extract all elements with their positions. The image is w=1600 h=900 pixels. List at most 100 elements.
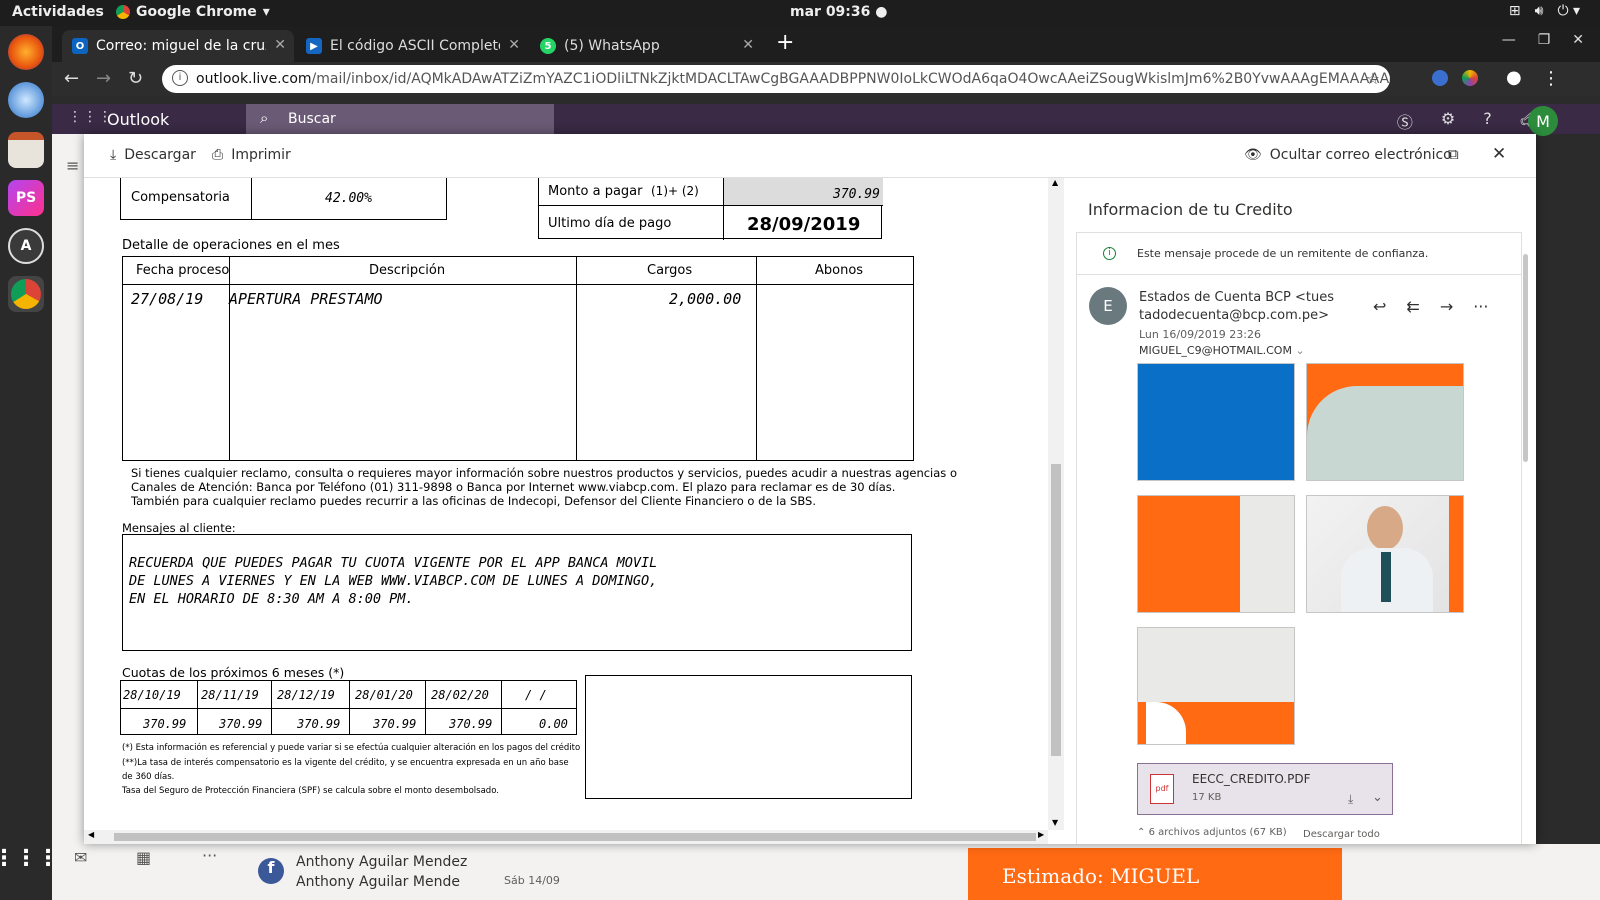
minimize-icon[interactable]: — [1502, 32, 1516, 48]
cuota-monto: 370.99 [143, 717, 187, 731]
more-icon[interactable]: ··· [202, 846, 217, 865]
reload-icon[interactable]: ↻ [128, 68, 143, 89]
scroll-down-icon[interactable]: ▼ [1052, 818, 1058, 827]
cuota-fecha: 28/01/20 [355, 688, 413, 702]
avatar[interactable]: M [1528, 106, 1558, 136]
close-window-icon[interactable]: ✕ [1572, 32, 1584, 48]
extension-icon[interactable] [1432, 70, 1448, 86]
mail-icon[interactable]: ✉ [74, 848, 87, 867]
firefox-icon[interactable] [8, 34, 44, 70]
chrome-dock-icon[interactable] [8, 276, 44, 312]
image-attachment-photo[interactable] [1306, 495, 1464, 613]
scroll-up-icon[interactable]: ▲ [1052, 178, 1058, 187]
nota-2: (**)La tasa de interés compensatorio es … [122, 758, 569, 768]
download-all-link[interactable]: Descargar todo [1303, 829, 1380, 840]
outlook-favicon-icon: O [72, 38, 88, 54]
show-apps-icon[interactable]: ⋮⋮⋮ [0, 840, 59, 876]
email-subject: Informacion de tu Credito [1088, 200, 1293, 219]
search-box[interactable]: ⌕ Buscar [246, 104, 554, 134]
forward-icon[interactable]: → [96, 68, 111, 89]
window-controls: — ❐ ✕ [1502, 32, 1584, 48]
doc-vertical-scrollbar[interactable]: ▲ ▼ [1048, 178, 1064, 830]
clock[interactable]: mar 09:36 ● [790, 4, 887, 20]
calendar-icon[interactable]: ▦ [136, 848, 151, 867]
cuota-monto: 370.99 [373, 717, 417, 731]
cuota-fecha: / / [525, 688, 547, 702]
files-icon[interactable] [8, 132, 44, 168]
download-label: Descargar [124, 147, 196, 163]
phpstorm-icon[interactable]: PS [8, 180, 44, 216]
image-attachment-blue[interactable] [1137, 363, 1295, 481]
sender-avatar[interactable]: E [1089, 287, 1127, 325]
tab-ascii[interactable]: ▶ El código ASCII Completo ✕ [296, 30, 528, 62]
url-host: outlook.live.com [196, 71, 312, 87]
thunderbird-icon[interactable] [8, 82, 44, 118]
mensajes-title: Mensajes al cliente: [122, 521, 236, 535]
app-menu[interactable]: Google Chrome ▾ [116, 4, 270, 20]
hamburger-icon[interactable]: ≡ [66, 156, 79, 175]
doc-horizontal-scrollbar[interactable]: ◀ ▶ [84, 830, 1048, 844]
gear-icon[interactable]: ⚙ [1441, 109, 1455, 133]
viewer-toolbar: ⤓ Descargar ⎙ Imprimir 👁︎ Ocultar correo… [84, 134, 1536, 178]
address-bar[interactable]: i outlook.live.com/mail/inbox/id/AQMkADA… [162, 65, 1390, 93]
ops-fecha-cell: 27/08/19 [131, 290, 204, 308]
app-menu-label: Google Chrome [136, 4, 257, 20]
software-center-icon[interactable]: A [8, 228, 44, 264]
forward-icon[interactable]: → [1440, 297, 1453, 316]
download-button[interactable]: ⤓ Descargar [110, 147, 196, 163]
bookmark-star-icon[interactable]: ☆ [1366, 69, 1380, 88]
hide-email-button[interactable]: 👁︎ Ocultar correo electrónico [1244, 147, 1452, 163]
reply-icon[interactable]: ↩ [1373, 297, 1386, 316]
new-tab-button[interactable]: + [776, 30, 794, 55]
skype-icon[interactable]: Ⓢ [1397, 109, 1413, 133]
reply-all-icon[interactable]: ⇇ [1406, 297, 1419, 316]
tab-whatsapp[interactable]: 5 (5) WhatsApp ✕ [530, 30, 762, 62]
image-attachment-curve[interactable] [1306, 363, 1464, 481]
sender-name[interactable]: Estados de Cuenta BCP <tues tadodecuenta@… [1139, 289, 1334, 325]
outlook-brand[interactable]: Outlook [107, 110, 169, 129]
image-attachment-corner[interactable] [1137, 627, 1295, 745]
whatsapp-favicon-icon: 5 [540, 38, 556, 54]
facebook-icon: f [258, 858, 284, 884]
profile-icon[interactable]: ● [1506, 67, 1522, 88]
cuota-fecha: 28/12/19 [277, 688, 335, 702]
more-actions-icon[interactable]: ··· [1473, 297, 1488, 316]
nota-3: de 360 días. [122, 772, 175, 782]
print-button[interactable]: ⎙ Imprimir [212, 147, 291, 163]
scroll-right-icon[interactable]: ▶ [1038, 830, 1044, 839]
menu-kebab-icon[interactable]: ⋮ [1542, 68, 1560, 89]
outlook-background-list: ✉ ▦ ··· f Anthony Aguilar Mendez Anthony… [52, 844, 1600, 900]
pdf-attachment[interactable]: pdf EECC_CREDITO.PDF 17 KB ⤓ ⌄ [1137, 763, 1393, 815]
tab-outlook[interactable]: O Correo: miguel de la cruz ✕ [62, 30, 294, 62]
tab-strip: O Correo: miguel de la cruz ✕ ▶ El códig… [52, 26, 1600, 62]
printer-icon: ⎙ [212, 147, 224, 163]
email-scrollbar[interactable] [1520, 230, 1532, 844]
volume-icon: 🔊︎ [1534, 3, 1544, 19]
image-attachment-split[interactable] [1137, 495, 1295, 613]
mensaje-line-3: EN EL HORARIO DE 8:30 AM A 8:00 PM. [129, 591, 414, 607]
download-attachment-icon[interactable]: ⤓ [1348, 792, 1353, 807]
scroll-thumb[interactable] [114, 833, 1036, 841]
attachments-summary[interactable]: ⌃ 6 archivos adjuntos (67 KB) [1137, 827, 1287, 838]
chevron-down-icon[interactable]: ⌄ [1372, 790, 1383, 805]
scroll-left-icon[interactable]: ◀ [88, 830, 94, 839]
contact-name[interactable]: Anthony Aguilar Mendez [296, 854, 467, 870]
scroll-thumb[interactable] [1523, 254, 1528, 462]
close-tab-icon[interactable]: ✕ [742, 37, 754, 53]
close-icon[interactable]: ✕ [1492, 144, 1506, 164]
outlook-left-rail: ≡ [52, 134, 84, 844]
recipient[interactable]: MIGUEL_C9@HOTMAIL.COM ⌄ [1139, 344, 1305, 357]
back-icon[interactable]: ← [64, 68, 79, 89]
col-header-fecha: Fecha proceso [136, 263, 230, 278]
extension-color-icon[interactable] [1462, 70, 1478, 86]
popout-icon[interactable]: ⧉ [1448, 145, 1459, 163]
help-icon[interactable]: ? [1483, 109, 1492, 133]
close-tab-icon[interactable]: ✕ [508, 37, 520, 53]
activities-button[interactable]: Actividades [12, 4, 104, 20]
maximize-icon[interactable]: ❐ [1538, 32, 1551, 48]
system-tray[interactable]: ⊞ 🔊︎ ⏻ ▾ [1509, 3, 1580, 19]
cuotas-table: 28/10/19 28/11/19 28/12/19 28/01/20 28/0… [120, 680, 577, 735]
close-tab-icon[interactable]: ✕ [274, 37, 286, 53]
scroll-thumb[interactable] [1051, 464, 1061, 756]
tab-title: El código ASCII Completo [330, 38, 500, 54]
